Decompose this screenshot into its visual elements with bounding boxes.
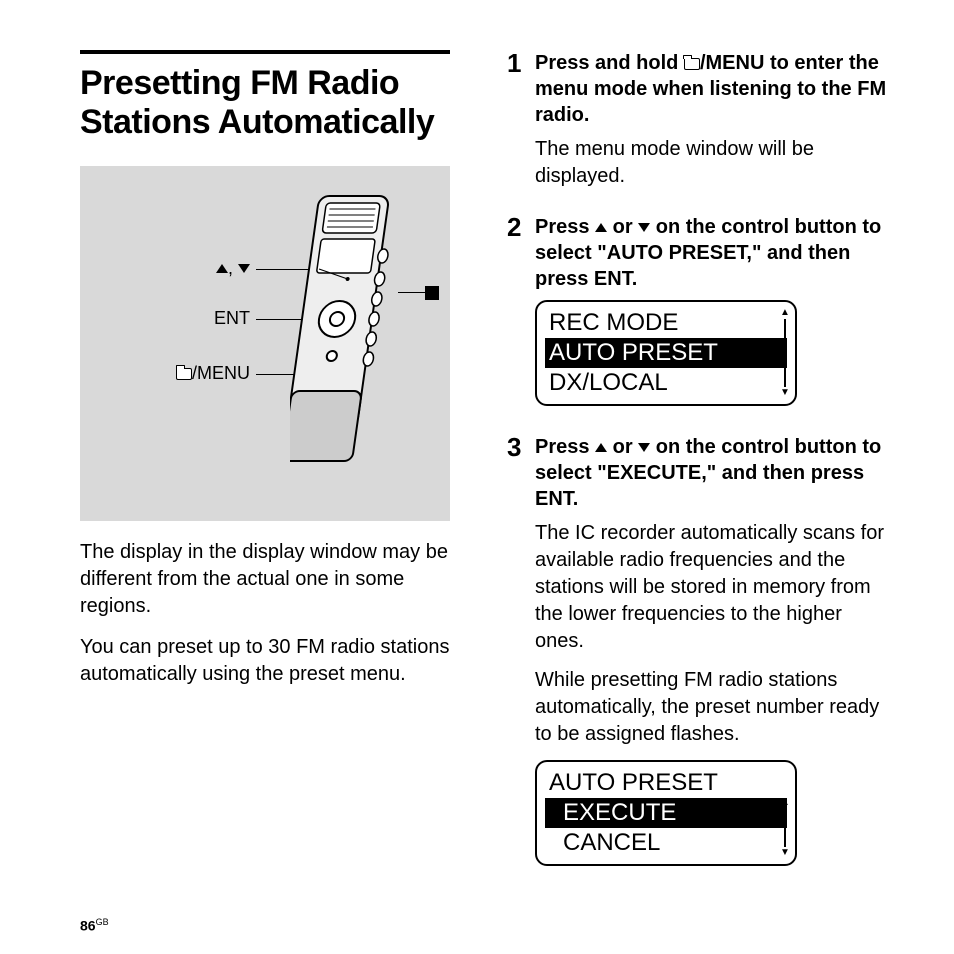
lcd-scrollbar: ▲ ▼ — [781, 798, 789, 858]
step-number: 2 — [507, 214, 525, 422]
down-triangle-icon — [238, 264, 250, 273]
step-3: 3 Press or on the control button to sele… — [507, 434, 894, 882]
up-triangle-icon — [595, 223, 607, 232]
lcd-row-selected: EXECUTE — [545, 798, 787, 828]
label-stop — [425, 282, 439, 305]
up-triangle-icon — [595, 443, 607, 452]
step-3-text-1: The IC recorder automatically scans for … — [535, 520, 894, 655]
lcd-row: DX/LOCAL — [545, 368, 787, 398]
down-triangle-icon — [638, 443, 650, 452]
up-triangle-icon — [216, 264, 228, 273]
lcd-row: REC MODE — [545, 308, 787, 338]
folder-icon — [684, 58, 700, 70]
step-3-text-2: While presetting FM radio stations autom… — [535, 667, 894, 748]
scroll-down-icon: ▼ — [780, 388, 790, 398]
folder-icon — [176, 368, 192, 380]
device-diagram: , ENT /MENU — [80, 166, 450, 521]
step-3-head: Press or on the control button to select… — [535, 434, 894, 512]
step-2-head: Press or on the control button to select… — [535, 214, 894, 292]
label-menu: /MENU — [140, 363, 250, 384]
scroll-up-icon: ▲ — [780, 798, 790, 808]
step-number: 1 — [507, 50, 525, 202]
lcd-row: CANCEL — [545, 828, 787, 858]
step-1-head: Press and hold /MENU to enter the menu m… — [535, 50, 894, 128]
lcd-menu-1: REC MODE AUTO PRESET DX/LOCAL ▲ ▼ — [535, 300, 797, 406]
step-2: 2 Press or on the control button to sele… — [507, 214, 894, 422]
left-column: Presetting FM Radio Stations Automatical… — [80, 50, 467, 894]
section-title: Presetting FM Radio Stations Automatical… — [80, 64, 467, 142]
lcd-title: AUTO PRESET — [545, 768, 787, 798]
step-1-text: The menu mode window will be displayed. — [535, 136, 894, 190]
scroll-down-icon: ▼ — [780, 848, 790, 858]
lcd-menu-2: AUTO PRESET EXECUTE CANCEL ▲ ▼ — [535, 760, 797, 866]
intro-text-1: The display in the display window may be… — [80, 539, 467, 620]
label-up-down: , — [140, 258, 250, 279]
section-rule — [80, 50, 450, 54]
scroll-up-icon: ▲ — [780, 308, 790, 318]
intro-text-2: You can preset up to 30 FM radio station… — [80, 634, 467, 688]
step-number: 3 — [507, 434, 525, 882]
page-number: 86GB — [80, 917, 109, 934]
step-1: 1 Press and hold /MENU to enter the menu… — [507, 50, 894, 202]
stop-icon — [425, 286, 439, 300]
lcd-row-selected: AUTO PRESET — [545, 338, 787, 368]
label-ent: ENT — [140, 308, 250, 329]
lcd-scrollbar: ▲ ▼ — [781, 308, 789, 398]
device-illustration — [290, 191, 420, 491]
right-column: 1 Press and hold /MENU to enter the menu… — [507, 50, 894, 894]
down-triangle-icon — [638, 223, 650, 232]
